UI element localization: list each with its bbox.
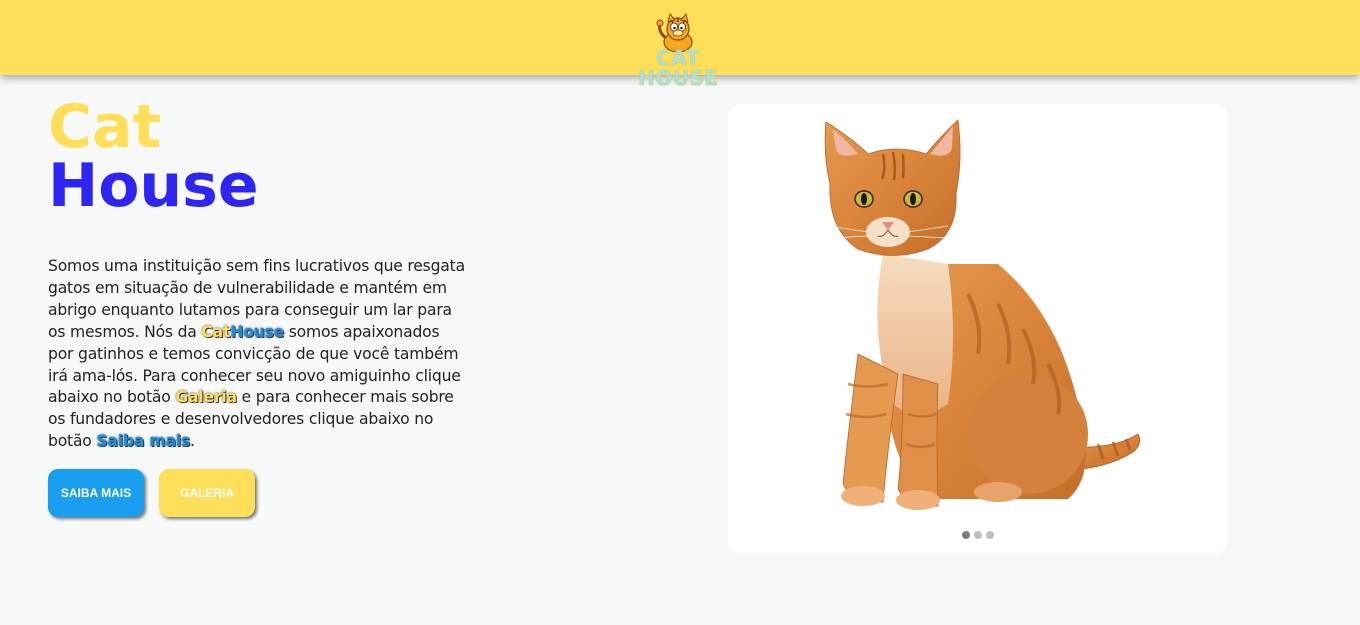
- carousel-indicators: [962, 531, 994, 539]
- description-text-4: .: [190, 432, 195, 451]
- hero-title-cat: Cat: [48, 92, 162, 162]
- hero-description: Somos uma instituição sem fins lucrativo…: [48, 256, 468, 453]
- galeria-button[interactable]: GALERIA: [159, 469, 255, 517]
- orange-cat-photo: [824, 119, 1141, 510]
- galeria-highlight: Galeria: [175, 388, 237, 407]
- carousel-dot-3[interactable]: [986, 531, 994, 539]
- carousel-dot-2[interactable]: [974, 531, 982, 539]
- cathouse-logo[interactable]: CAT HOUSE: [638, 12, 718, 92]
- cat-carousel[interactable]: [728, 104, 1228, 554]
- logo-text-house: HOUSE: [638, 66, 719, 90]
- logo-text-cat: CAT: [656, 46, 700, 70]
- carousel-dot-1[interactable]: [962, 531, 970, 539]
- brand-highlight-cat: Cat: [201, 322, 231, 341]
- site-header: CAT HOUSE: [0, 0, 1360, 88]
- saiba-mais-highlight: Saiba mais: [96, 432, 191, 451]
- hero-title: Cat House: [48, 92, 259, 221]
- brand-highlight-house: House: [230, 322, 284, 341]
- brand-highlight: CatHouse: [201, 323, 284, 341]
- saiba-mais-button[interactable]: SAIBA MAIS: [48, 469, 144, 517]
- hero-title-house: House: [48, 151, 259, 221]
